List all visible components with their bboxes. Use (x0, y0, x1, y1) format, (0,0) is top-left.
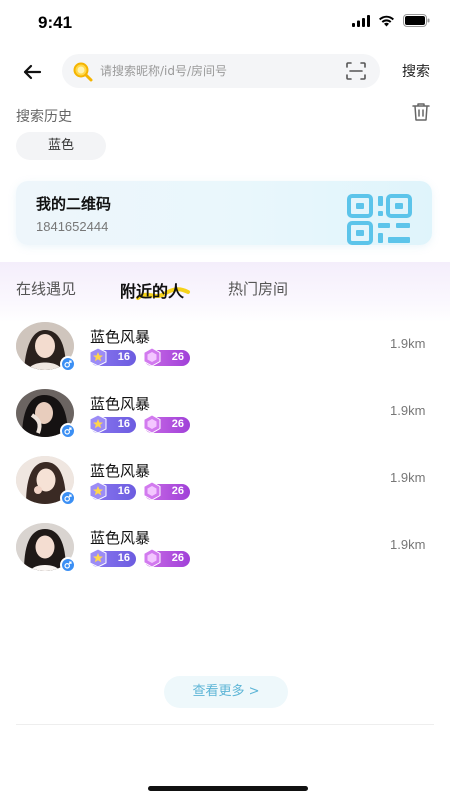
search-button[interactable]: 搜索 (402, 61, 430, 81)
wealth-badge: 26 (143, 347, 190, 367)
status-time: 9:41 (38, 13, 73, 32)
my-qr-card[interactable]: 我的二维码 1841652444 (16, 181, 432, 245)
wealth-value: 26 (171, 418, 184, 430)
distance: 1.9km (390, 470, 426, 485)
see-more-button[interactable]: 查看更多 > (164, 676, 288, 708)
list-item[interactable]: 蓝色风暴 16 26 1.9km (0, 322, 450, 382)
search-box[interactable] (62, 54, 380, 88)
male-icon (60, 356, 76, 372)
wealth-badge: 26 (143, 548, 190, 568)
history-chip[interactable]: 蓝色 (16, 132, 106, 160)
level-value: 16 (117, 485, 130, 497)
level-badge: 16 (89, 414, 136, 434)
gem-icon (143, 481, 161, 501)
tab-hot-rooms[interactable]: 热门房间 (228, 278, 288, 299)
battery-icon (403, 14, 430, 27)
star-level-icon (89, 414, 107, 434)
distance: 1.9km (390, 403, 426, 418)
male-icon (60, 423, 76, 439)
male-icon (60, 557, 76, 573)
trash-icon[interactable] (412, 102, 430, 122)
back-arrow-icon[interactable] (20, 60, 44, 84)
wealth-value: 26 (171, 351, 184, 363)
level-value: 16 (117, 351, 130, 363)
avatar-wrap (16, 456, 76, 506)
tab-online-meet[interactable]: 在线遇见 (16, 278, 76, 299)
level-badge: 16 (89, 548, 136, 568)
avatar-wrap (16, 322, 76, 372)
user-name: 蓝色风暴 (90, 328, 151, 346)
status-bar: 9:41 (0, 0, 450, 44)
distance: 1.9km (390, 336, 426, 351)
wealth-value: 26 (171, 552, 184, 564)
gem-icon (143, 548, 161, 568)
user-name: 蓝色风暴 (90, 529, 151, 547)
wifi-icon (379, 15, 394, 26)
male-icon (60, 490, 76, 506)
list-item[interactable]: 蓝色风暴 16 26 1.9km (0, 456, 450, 516)
qr-card-title: 我的二维码 (36, 195, 112, 213)
level-badge: 16 (89, 481, 136, 501)
search-history-title: 搜索历史 (16, 109, 72, 125)
star-level-icon (89, 481, 107, 501)
home-indicator (148, 786, 308, 791)
wealth-badge: 26 (143, 481, 190, 501)
gem-icon (143, 347, 161, 367)
star-level-icon (89, 347, 107, 367)
search-icon (73, 62, 93, 82)
status-icons (352, 14, 430, 27)
user-id: 1841652444 (36, 219, 109, 234)
wealth-badge: 26 (143, 414, 190, 434)
scan-icon[interactable] (346, 62, 366, 80)
tab-nearby-people[interactable]: 附近的人 (120, 278, 184, 302)
cellular-signal-icon (352, 14, 370, 27)
wealth-value: 26 (171, 485, 184, 497)
user-name: 蓝色风暴 (90, 395, 151, 413)
qr-code-icon (347, 194, 412, 245)
search-bar-row: 搜索 (0, 54, 450, 90)
distance: 1.9km (390, 537, 426, 552)
level-value: 16 (117, 418, 130, 430)
avatar-wrap (16, 389, 76, 439)
list-item[interactable]: 蓝色风暴 16 26 1.9km (0, 523, 450, 583)
avatar-wrap (16, 523, 76, 573)
divider (16, 724, 434, 725)
user-name: 蓝色风暴 (90, 462, 151, 480)
level-value: 16 (117, 552, 130, 564)
level-badge: 16 (89, 347, 136, 367)
list-item[interactable]: 蓝色风暴 16 26 1.9km (0, 389, 450, 449)
gem-icon (143, 414, 161, 434)
star-level-icon (89, 548, 107, 568)
search-input[interactable] (100, 54, 340, 88)
